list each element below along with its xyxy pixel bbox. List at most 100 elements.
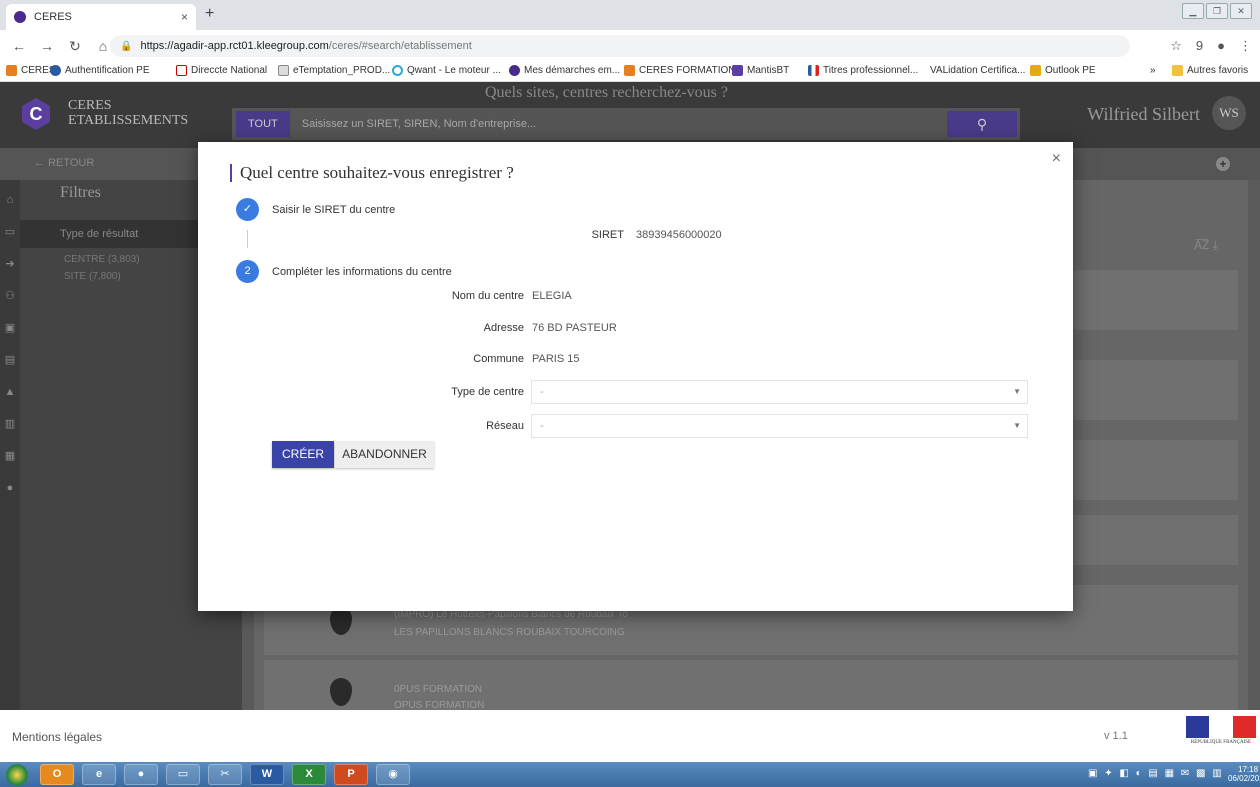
excel-app-icon[interactable]: X bbox=[292, 764, 326, 785]
firefox-app-icon[interactable]: ◉ bbox=[376, 764, 410, 785]
add-icon[interactable]: + bbox=[1216, 157, 1230, 171]
start-button-icon[interactable] bbox=[6, 764, 28, 786]
step1-label: Saisir le SIRET du centre bbox=[272, 204, 396, 216]
create-center-dialog: Quel centre souhaitez-vous enregistrer ?… bbox=[198, 142, 1073, 611]
close-window-icon[interactable]: ✕ bbox=[1230, 3, 1252, 19]
system-clock[interactable]: 17:18 06/02/2019 bbox=[1228, 765, 1260, 783]
os-taskbar: O e ● ▭ ✂ W X P ◉ ▣ ✦ ◧ ◐ ▤ ▦ ✉ ▩ ▥ 17:1… bbox=[0, 762, 1260, 787]
location-pin-icon bbox=[330, 678, 352, 706]
bookmark-item[interactable]: Direccte National bbox=[176, 65, 267, 76]
login-nav-icon[interactable]: ➔ bbox=[0, 252, 20, 276]
cancel-button[interactable]: ABANDONNER bbox=[335, 441, 434, 468]
system-tray-icons[interactable]: ▣ ✦ ◧ ◐ ▤ ▦ ✉ ▩ ▥ bbox=[1088, 768, 1224, 779]
etemptation-bookmark-icon bbox=[278, 65, 289, 76]
result-title: 0PUS FORMATION bbox=[394, 684, 483, 695]
create-button[interactable]: CRÉER bbox=[272, 441, 334, 468]
chrome-app-icon[interactable]: ● bbox=[124, 764, 158, 785]
url-field[interactable]: 🔒 https://agadir-app.rct01.kleegroup.com… bbox=[110, 35, 1130, 57]
folder-icon bbox=[1172, 65, 1183, 76]
contact-card-nav-icon[interactable]: ▣ bbox=[0, 316, 20, 340]
word-app-icon[interactable]: W bbox=[250, 764, 284, 785]
location-pin-icon bbox=[330, 607, 352, 635]
republique-francaise-logo: RÉPUBLIQUE FRANÇAISE bbox=[1186, 716, 1256, 756]
reseau-select[interactable]: - ▼ bbox=[531, 414, 1028, 438]
bookmark-item[interactable]: VALidation Certifica... bbox=[930, 65, 1025, 76]
menu-icon[interactable]: ⋮ bbox=[1239, 38, 1252, 54]
nom-label: Nom du centre bbox=[451, 290, 524, 302]
minimize-icon[interactable]: ▁ bbox=[1182, 3, 1204, 19]
url-path: /ceres/#search/etablissement bbox=[328, 40, 472, 52]
list-item[interactable]: 0PUS FORMATION OPUS FORMATION bbox=[264, 660, 1238, 711]
legal-link[interactable]: Mentions légales bbox=[12, 730, 102, 744]
explorer-app-icon[interactable]: ▭ bbox=[166, 764, 200, 785]
maximize-icon[interactable]: ❐ bbox=[1206, 3, 1228, 19]
bookmark-item[interactable]: Titres professionnel... bbox=[808, 65, 918, 76]
back-arrow-icon[interactable]: ← bbox=[10, 38, 28, 54]
adresse-value: 76 BD PASTEUR bbox=[532, 322, 617, 334]
search-icon[interactable]: ⚲ bbox=[947, 111, 1017, 137]
reload-icon[interactable]: ↻ bbox=[66, 38, 84, 55]
star-icon[interactable]: ☆ bbox=[1170, 38, 1182, 54]
building-nav-icon[interactable]: ▦ bbox=[0, 444, 20, 468]
url-host: https://agadir-app.rct01.kleegroup.com bbox=[140, 40, 329, 52]
address-bar: ← → ↻ ⌂ 🔒 https://agadir-app.rct01.kleeg… bbox=[0, 30, 1260, 62]
reseau-label: Réseau bbox=[486, 420, 524, 432]
monitor-nav-icon[interactable]: ▭ bbox=[0, 220, 20, 244]
users-nav-icon[interactable]: ⚇ bbox=[0, 284, 20, 308]
app-header: C CERES ETABLISSEMENTS Quels sites, cent… bbox=[0, 82, 1260, 148]
type-select[interactable]: - ▼ bbox=[531, 380, 1028, 404]
tab-close-icon[interactable]: × bbox=[181, 10, 188, 24]
ceres-logo-icon: C bbox=[22, 98, 50, 130]
new-tab-icon[interactable]: + bbox=[205, 5, 214, 23]
sort-az-icon[interactable]: A͞Z ⤓ bbox=[1194, 238, 1218, 253]
ie-app-icon[interactable]: e bbox=[82, 764, 116, 785]
dropdown-caret-icon: ▼ bbox=[1013, 387, 1021, 396]
search-input[interactable]: Saisissez un SIRET, SIREN, Nom d'entrepr… bbox=[290, 118, 947, 130]
step2-number: 2 bbox=[236, 260, 259, 283]
dialog-title: Quel centre souhaitez-vous enregistrer ? bbox=[230, 164, 514, 182]
dropdown-caret-icon: ▼ bbox=[1013, 421, 1021, 430]
bookmark-item[interactable]: Authentification PE bbox=[50, 65, 150, 76]
school-nav-icon[interactable]: ▲ bbox=[0, 380, 20, 404]
other-bookmarks[interactable]: Autres favoris bbox=[1172, 65, 1248, 76]
extension-badge[interactable]: 9 bbox=[1196, 38, 1203, 54]
reseau-select-value: - bbox=[540, 420, 544, 432]
outlook-app-icon[interactable]: O bbox=[40, 764, 74, 785]
account-icon[interactable]: ● bbox=[1217, 38, 1225, 54]
bookmarks-overflow[interactable]: » bbox=[1150, 65, 1156, 76]
browser-tab-bar: CERES × + ▁ ❐ ✕ bbox=[0, 0, 1260, 30]
search-bar: TOUT Saisissez un SIRET, SIREN, Nom d'en… bbox=[232, 108, 1020, 140]
user-name[interactable]: Wilfried Silbert bbox=[1087, 104, 1200, 125]
bookmark-item[interactable]: MantisBT bbox=[732, 65, 789, 76]
avatar[interactable]: WS bbox=[1212, 96, 1246, 130]
home-nav-icon[interactable]: ⌂ bbox=[0, 188, 20, 212]
folder-nav-icon[interactable]: ▤ bbox=[0, 348, 20, 372]
powerpoint-app-icon[interactable]: P bbox=[334, 764, 368, 785]
clipboard-nav-icon[interactable]: ▥ bbox=[0, 412, 20, 436]
mantis-bookmark-icon bbox=[732, 65, 743, 76]
close-icon[interactable]: × bbox=[1052, 150, 1061, 168]
bookmark-item[interactable]: eTemptation_PROD... bbox=[278, 65, 390, 76]
bookmark-item[interactable]: Mes démarches em... bbox=[509, 65, 620, 76]
tab-title: CERES bbox=[34, 11, 72, 23]
page-footer: Mentions légales v 1.1 RÉPUBLIQUE FRANÇA… bbox=[0, 710, 1260, 762]
browser-tab[interactable]: CERES × bbox=[6, 4, 196, 30]
back-button[interactable]: ← RETOUR bbox=[34, 157, 94, 169]
rf-text: RÉPUBLIQUE FRANÇAISE bbox=[1190, 740, 1252, 745]
lock-icon: 🔒 bbox=[120, 40, 133, 52]
bookmark-item[interactable]: CERES FORMATION bbox=[624, 65, 735, 76]
demarches-bookmark-icon bbox=[509, 65, 520, 76]
forward-arrow-icon[interactable]: → bbox=[38, 38, 56, 54]
siret-value: 38939456000020 bbox=[636, 229, 722, 241]
check-icon: ✓ bbox=[236, 198, 259, 221]
step-connector bbox=[247, 230, 248, 248]
direccte-bookmark-icon bbox=[176, 65, 187, 76]
bookmark-item[interactable]: Outlook PE bbox=[1030, 65, 1096, 76]
snipping-app-icon[interactable]: ✂ bbox=[208, 764, 242, 785]
commune-value: PARIS 15 bbox=[532, 353, 580, 365]
version-label: v 1.1 bbox=[1104, 730, 1128, 742]
bookmark-item[interactable]: CERES bbox=[6, 65, 55, 76]
account-nav-icon[interactable]: ● bbox=[0, 476, 20, 500]
search-scope-button[interactable]: TOUT bbox=[236, 111, 290, 137]
bookmark-item[interactable]: Qwant - Le moteur ... bbox=[392, 65, 501, 76]
